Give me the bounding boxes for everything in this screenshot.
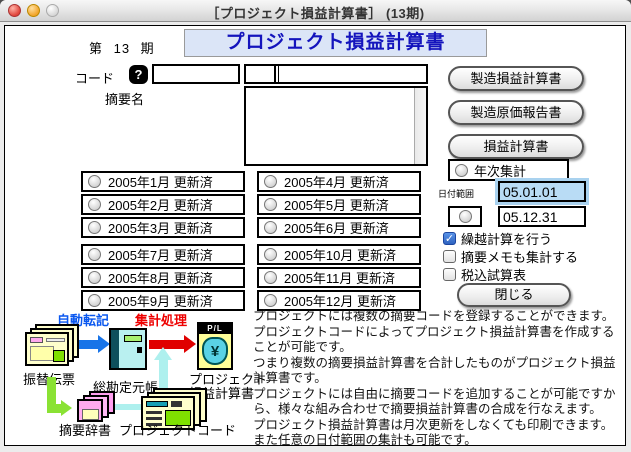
tax-included-checkbox-row[interactable]: 税込試算表 <box>443 265 526 284</box>
pl-badge: P/L <box>199 324 231 334</box>
month-option-jan[interactable]: 2005年1月 更新済 <box>81 171 245 192</box>
page-title: プロジェクト損益計算書 <box>184 29 487 57</box>
title-bar[interactable]: ［プロジェクト損益計算書］ (13期) <box>0 0 631 22</box>
radio-icon[interactable] <box>88 221 101 234</box>
radio-icon[interactable] <box>264 175 277 188</box>
month-label: 2005年5月 更新済 <box>284 195 389 214</box>
month-label: 2005年9月 更新済 <box>108 291 213 310</box>
month-option-jul[interactable]: 2005年7月 更新済 <box>81 244 245 265</box>
app-window: ［プロジェクト損益計算書］ (13期) 第 13 期 プロジェクト損益計算書 コ… <box>0 0 631 452</box>
radio-icon[interactable] <box>88 198 101 211</box>
month-label: 2005年11月 更新済 <box>284 268 395 287</box>
month-option-jun[interactable]: 2005年6月 更新済 <box>257 217 421 238</box>
date-range-label: 日付範囲 <box>438 187 474 200</box>
month-option-may[interactable]: 2005年5月 更新済 <box>257 194 421 215</box>
radio-icon[interactable] <box>88 294 101 307</box>
general-ledger-icon <box>109 328 147 370</box>
month-label: 2005年2月 更新済 <box>108 195 213 214</box>
code-label: コード <box>75 68 114 87</box>
summary-dictionary-label: 摘要辞書 <box>59 420 111 439</box>
radio-icon[interactable] <box>88 175 101 188</box>
manufacturing-cost-report-button[interactable]: 製造原価報告書 <box>448 100 584 125</box>
radio-icon[interactable] <box>459 210 472 223</box>
month-option-oct[interactable]: 2005年10月 更新済 <box>257 244 421 265</box>
month-label: 2005年3月 更新済 <box>108 218 213 237</box>
month-option-apr[interactable]: 2005年4月 更新済 <box>257 171 421 192</box>
month-label: 2005年6月 更新済 <box>284 218 389 237</box>
month-option-mar[interactable]: 2005年3月 更新済 <box>81 217 245 238</box>
month-label: 2005年12月 更新済 <box>284 291 396 310</box>
summary-memo-label: 摘要メモも集計する <box>461 247 578 266</box>
annual-aggregate-option[interactable]: 年次集計 <box>448 159 569 181</box>
month-option-aug[interactable]: 2005年8月 更新済 <box>81 267 245 288</box>
radio-icon[interactable] <box>264 294 277 307</box>
help-icon[interactable]: ? <box>129 65 148 84</box>
code-name-field[interactable] <box>244 64 428 84</box>
radio-icon[interactable] <box>455 164 468 177</box>
close-button[interactable]: 閉じる <box>457 283 571 307</box>
field-divider <box>274 66 276 82</box>
summary-memo-checkbox-row[interactable]: 摘要メモも集計する <box>443 247 578 266</box>
month-label: 2005年10月 更新済 <box>284 245 396 264</box>
pl-statement-button[interactable]: 損益計算書 <box>448 134 584 159</box>
carryover-label: 繰越計算を行う <box>461 229 552 248</box>
radio-icon[interactable] <box>264 221 277 234</box>
cyan-up-arrow <box>159 360 168 388</box>
month-option-nov[interactable]: 2005年11月 更新済 <box>257 267 421 288</box>
month-option-dec[interactable]: 2005年12月 更新済 <box>257 290 421 311</box>
main-panel: 第 13 期 プロジェクト損益計算書 コード ? 摘要名 製造損益計算書 製造原… <box>4 25 626 446</box>
month-option-feb[interactable]: 2005年2月 更新済 <box>81 194 245 215</box>
checkbox-checked-icon[interactable]: ✓ <box>443 232 456 245</box>
date-to-input[interactable] <box>498 206 586 227</box>
summary-label: 摘要名 <box>105 89 144 108</box>
cyan-connector-line <box>115 404 143 410</box>
summary-name-box <box>244 86 428 166</box>
textarea-scrollbar[interactable] <box>414 88 426 164</box>
manufacturing-pl-button[interactable]: 製造損益計算書 <box>448 66 584 91</box>
checkbox-icon[interactable] <box>443 268 456 281</box>
transfer-slip-icon <box>25 324 79 368</box>
radio-icon[interactable] <box>264 248 277 261</box>
annual-aggregate-label: 年次集計 <box>474 161 526 180</box>
radio-icon[interactable] <box>264 271 277 284</box>
month-label: 2005年1月 更新済 <box>108 172 213 191</box>
month-label: 2005年4月 更新済 <box>284 172 389 191</box>
date-range-option[interactable] <box>448 206 482 227</box>
summary-name-textarea[interactable] <box>246 88 415 164</box>
fiscal-period-label: 第 13 期 <box>89 38 155 57</box>
cyan-up-arrow-head <box>154 347 172 360</box>
red-arrow-head <box>184 335 196 353</box>
profit-loss-bag-icon: P/L ¥ <box>197 322 233 370</box>
radio-icon[interactable] <box>88 271 101 284</box>
window-title: ［プロジェクト損益計算書］ (13期) <box>0 3 631 22</box>
month-option-sep[interactable]: 2005年9月 更新済 <box>81 290 245 311</box>
code-input[interactable] <box>152 64 240 84</box>
carryover-checkbox-row[interactable]: ✓ 繰越計算を行う <box>443 229 552 248</box>
blue-arrow <box>79 340 98 349</box>
text-caret <box>278 65 279 82</box>
yen-bag-icon: ¥ <box>202 337 228 365</box>
checkbox-icon[interactable] <box>443 250 456 263</box>
green-arrow <box>47 404 61 413</box>
month-label: 2005年8月 更新済 <box>108 268 213 287</box>
radio-icon[interactable] <box>264 198 277 211</box>
radio-icon[interactable] <box>88 248 101 261</box>
description-text: プロジェクトには複数の摘要コードを登録することができます。 プロジェクトコードに… <box>253 309 624 449</box>
date-from-input[interactable] <box>498 181 586 202</box>
tax-included-label: 税込試算表 <box>461 265 526 284</box>
project-code-label: プロジェクトコード <box>119 420 236 439</box>
aggregate-process-label: 集計処理 <box>135 310 187 329</box>
green-arrow-head <box>61 400 72 416</box>
month-label: 2005年7月 更新済 <box>108 245 213 264</box>
